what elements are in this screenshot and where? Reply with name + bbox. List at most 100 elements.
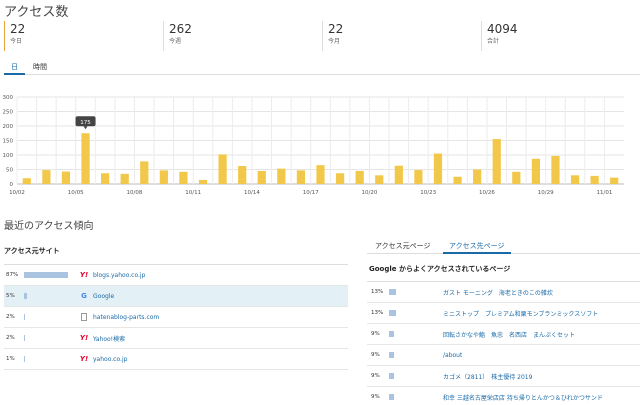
y-tick-label: 50 bbox=[6, 168, 13, 174]
x-tick-label: 10/29 bbox=[538, 190, 554, 196]
google-pages-header: Google からよくアクセスされているページ bbox=[367, 254, 640, 282]
percent-value: 9% bbox=[371, 331, 380, 337]
share-bar bbox=[24, 293, 27, 299]
y-tick-label: 100 bbox=[3, 153, 14, 159]
referrer-sites-panel: アクセス元サイト 87% Y! blogs.yahoo.co.jp 5% G Google… bbox=[4, 243, 348, 370]
share-bar-cell bbox=[24, 286, 80, 307]
x-tick-label: 10/23 bbox=[420, 190, 436, 196]
bar-10/20 bbox=[375, 175, 384, 184]
destination-page-row[interactable]: 13% ガスト モーニング 海老ときのこの雑炊 bbox=[367, 282, 640, 303]
tab-referrer-pages[interactable]: アクセス元ページ bbox=[369, 236, 437, 254]
share-bar bbox=[24, 314, 25, 320]
bar-10/19 bbox=[355, 170, 364, 184]
bar-10/29 bbox=[551, 155, 560, 184]
share-bar-cell bbox=[389, 303, 443, 324]
destination-page-link[interactable]: ガスト モーニング 海老ときのこの雑炊 bbox=[443, 288, 553, 297]
referrer-site-link[interactable]: yahoo.co.jp bbox=[93, 356, 127, 363]
y-tick-label: 250 bbox=[3, 110, 14, 116]
share-bar bbox=[24, 272, 68, 278]
bar-10/24 bbox=[453, 176, 462, 184]
bar-10/03 bbox=[42, 170, 51, 184]
destination-page-row[interactable]: 9% 和幸 三越名古屋栄店店 持ち帰りとんかつ＆ひれかつサンド bbox=[367, 387, 640, 405]
bar-10/10 bbox=[179, 171, 188, 184]
pages-panel: アクセス元ページ アクセス先ページ Google からよくアクセスされているペー… bbox=[367, 236, 640, 405]
stat-week: 262 今週 bbox=[163, 21, 322, 51]
share-bar-cell bbox=[389, 387, 443, 405]
share-bar bbox=[389, 394, 394, 400]
yahoo-icon: Y! bbox=[79, 355, 89, 363]
referrer-site-link[interactable]: blogs.yahoo.co.jp bbox=[93, 272, 145, 279]
document-icon bbox=[80, 313, 88, 321]
stats-row: 22 今日 262 今週 22 今月 4094 合計 bbox=[4, 21, 640, 51]
bar-10/15 bbox=[277, 168, 286, 184]
referrer-site-row[interactable]: 2% Y! Yahoo!検索 bbox=[4, 328, 348, 349]
destination-page-row[interactable]: 13% ミニストップ プレミアム和栗モンブランミックスソフト bbox=[367, 303, 640, 324]
referrer-site-row[interactable]: 5% G Google bbox=[4, 286, 348, 307]
bar-10/07 bbox=[120, 173, 129, 184]
x-tick-label: 10/02 bbox=[9, 190, 25, 196]
trend-title: 最近のアクセス傾向 bbox=[4, 221, 94, 232]
share-bar-cell bbox=[24, 349, 80, 370]
bar-10/08 bbox=[140, 161, 149, 184]
tab-day[interactable]: 日 bbox=[4, 61, 25, 75]
share-bar-cell bbox=[389, 345, 443, 366]
percent-value: 9% bbox=[371, 373, 380, 379]
y-tick-label: 200 bbox=[3, 124, 14, 130]
percent-value: 9% bbox=[371, 352, 380, 358]
percent-value: 9% bbox=[371, 394, 380, 400]
bar-10/21 bbox=[394, 165, 403, 184]
stat-today: 22 今日 bbox=[4, 21, 163, 51]
tab-destination-pages[interactable]: アクセス先ページ bbox=[443, 236, 511, 254]
tab-hour[interactable]: 時間 bbox=[26, 61, 54, 75]
share-bar bbox=[389, 352, 394, 358]
share-bar-cell bbox=[24, 307, 80, 328]
yahoo-icon: Y! bbox=[79, 334, 89, 342]
x-tick-label: 10/05 bbox=[68, 190, 84, 196]
bar-10/11 bbox=[198, 179, 208, 184]
destination-page-row[interactable]: 9% /about bbox=[367, 345, 640, 366]
yahoo-icon: Y! bbox=[79, 271, 89, 279]
x-tick-label: 10/17 bbox=[303, 190, 319, 196]
destination-page-link[interactable]: /about bbox=[443, 352, 462, 359]
stat-label: 今週 bbox=[169, 38, 182, 45]
bar-10/02 bbox=[22, 178, 31, 184]
referrer-site-row[interactable]: 1% Y! yahoo.co.jp bbox=[4, 349, 348, 370]
tooltip-pointer bbox=[83, 126, 88, 130]
share-bar bbox=[389, 373, 394, 379]
destination-page-link[interactable]: カゴメ（2811） 株主優待 2019 bbox=[443, 372, 532, 381]
bar-10/28 bbox=[531, 158, 540, 184]
bar-10/27 bbox=[512, 171, 521, 184]
destination-page-link[interactable]: 回転さかなや鮨 魚忠 名西店 まんぷくセット bbox=[443, 330, 575, 339]
destination-page-row[interactable]: 9% 回転さかなや鮨 魚忠 名西店 まんぷくセット bbox=[367, 324, 640, 345]
share-bar-cell bbox=[389, 366, 443, 387]
bar-10/23 bbox=[433, 153, 443, 184]
referrer-site-link[interactable]: Yahoo!検索 bbox=[93, 334, 125, 343]
x-tick-label: 10/08 bbox=[127, 190, 143, 196]
destination-page-link[interactable]: ミニストップ プレミアム和栗モンブランミックスソフト bbox=[443, 309, 598, 318]
bar-10/31 bbox=[590, 175, 599, 184]
bar-10/18 bbox=[335, 173, 345, 184]
tooltip-value: 175 bbox=[80, 120, 91, 126]
bar-10/25 bbox=[473, 169, 482, 184]
destination-page-row[interactable]: 9% カゴメ（2811） 株主優待 2019 bbox=[367, 366, 640, 387]
percent-value: 2% bbox=[6, 335, 15, 341]
stat-value: 4094 bbox=[487, 22, 518, 36]
referrer-site-link[interactable]: hatenablog-parts.com bbox=[93, 314, 159, 321]
share-bar bbox=[389, 310, 396, 316]
share-bar-cell bbox=[24, 265, 80, 286]
stat-label: 今日 bbox=[10, 38, 23, 45]
share-bar-cell bbox=[24, 328, 80, 349]
referrer-site-link[interactable]: Google bbox=[93, 293, 114, 300]
referrer-site-row[interactable]: 2% hatenablog-parts.com bbox=[4, 307, 348, 328]
referrer-site-row[interactable]: 87% Y! blogs.yahoo.co.jp bbox=[4, 265, 348, 286]
percent-value: 13% bbox=[371, 289, 384, 295]
bar-10/09 bbox=[159, 170, 168, 184]
percent-value: 87% bbox=[6, 272, 19, 278]
stat-label: 合計 bbox=[487, 38, 500, 45]
percent-value: 2% bbox=[6, 314, 15, 320]
period-tabs: 日 時間 bbox=[4, 61, 640, 75]
percent-value: 13% bbox=[371, 310, 384, 316]
share-bar bbox=[24, 356, 25, 362]
google-icon: G bbox=[81, 292, 87, 300]
destination-page-link[interactable]: 和幸 三越名古屋栄店店 持ち帰りとんかつ＆ひれかつサンド bbox=[443, 393, 603, 402]
